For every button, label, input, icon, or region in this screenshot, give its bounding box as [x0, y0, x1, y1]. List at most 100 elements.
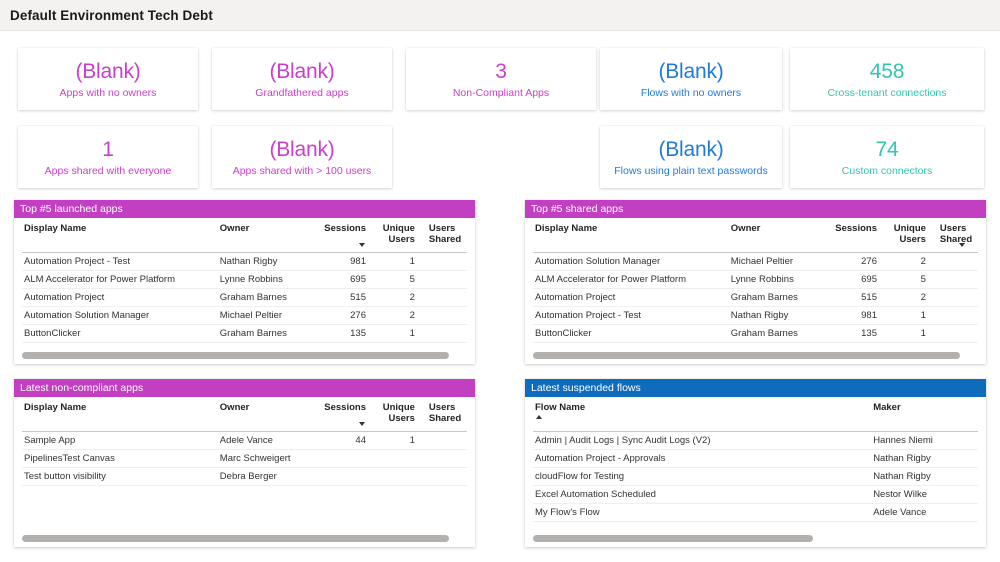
scrollbar-thumb[interactable] — [22, 352, 449, 359]
table-cell — [427, 431, 467, 449]
kpi-card[interactable]: 74Custom connectors — [790, 126, 984, 188]
column-header-label: Owner — [220, 223, 250, 234]
column-header[interactable]: Owner — [218, 397, 316, 431]
table-cell: 44 — [316, 431, 378, 449]
table-row[interactable]: Automation Solution ManagerMichael Pelti… — [22, 306, 467, 324]
table-body: Flow NameMakerAdmin | Audit Logs | Sync … — [525, 397, 986, 547]
table-cell: My Flow's Flow — [533, 503, 871, 521]
table-row[interactable]: Admin | Audit Logs | Sync Audit Logs (V2… — [533, 431, 978, 449]
table-cell: Nathan Rigby — [729, 306, 827, 324]
kpi-card[interactable]: (Blank)Flows with no owners — [600, 48, 782, 110]
table-row[interactable]: Automation ProjectGraham Barnes5152 — [533, 288, 978, 306]
table-cell: Automation Solution Manager — [533, 252, 729, 270]
kpi-value: 1 — [102, 137, 113, 162]
column-header-label: Sessions — [835, 223, 877, 234]
column-header[interactable]: Sessions — [316, 397, 378, 431]
column-header[interactable]: Display Name — [533, 218, 729, 252]
table-body: Display Name Owner SessionsUnique UsersUse… — [14, 218, 475, 364]
table-row[interactable]: ButtonClickerGraham Barnes1351 — [22, 324, 467, 342]
kpi-card[interactable]: (Blank)Grandfathered apps — [212, 48, 392, 110]
sort-descending-icon[interactable] — [959, 243, 965, 247]
table-header-bar: Top #5 shared apps — [525, 200, 986, 218]
table-cell — [938, 288, 978, 306]
sort-descending-icon[interactable] — [359, 243, 365, 247]
kpi-value: 74 — [876, 137, 899, 162]
table-row[interactable]: Test button visibilityDebra Berger — [22, 467, 467, 485]
table-cell: Lynne Robbins — [218, 270, 316, 288]
table-cell: 1 — [889, 306, 938, 324]
column-header[interactable]: Unique Users — [378, 218, 427, 252]
table-cell: Nathan Rigby — [871, 467, 978, 485]
horizontal-scrollbar[interactable] — [533, 352, 978, 359]
table-cell: 2 — [889, 252, 938, 270]
table-row[interactable]: PipelinesTest CanvasMarc Schweigert — [22, 449, 467, 467]
kpi-card[interactable]: (Blank)Flows using plain text passwords — [600, 126, 782, 188]
kpi-card[interactable]: 1Apps shared with everyone — [18, 126, 198, 188]
sort-ascending-icon[interactable] — [536, 415, 542, 419]
table-body: Display NameOwner Sessions Unique UsersUse… — [525, 218, 986, 364]
table-row[interactable]: ButtonClickerGraham Barnes1351 — [533, 324, 978, 342]
table-visual-top5-shared-apps[interactable]: Top #5 shared appsDisplay NameOwner Sessi… — [525, 200, 986, 364]
table-cell: Nathan Rigby — [871, 449, 978, 467]
scrollbar-thumb[interactable] — [22, 535, 449, 542]
table-cell: Lynne Robbins — [729, 270, 827, 288]
kpi-card[interactable]: 3Non-Compliant Apps — [406, 48, 596, 110]
table-row[interactable]: Automation Project - ApprovalsNathan Rig… — [533, 449, 978, 467]
table-header-row: Display Name Owner SessionsUnique UsersUse… — [22, 218, 467, 252]
column-header[interactable]: Display Name — [22, 218, 218, 252]
table-row[interactable]: ALM Accelerator for Power PlatformLynne … — [22, 270, 467, 288]
horizontal-scrollbar[interactable] — [22, 535, 467, 542]
kpi-card[interactable]: (Blank)Apps shared with > 100 users — [212, 126, 392, 188]
table-cell: 515 — [827, 288, 889, 306]
horizontal-scrollbar[interactable] — [533, 535, 978, 542]
table-row[interactable]: ALM Accelerator for Power PlatformLynne … — [533, 270, 978, 288]
column-header[interactable]: Flow Name — [533, 397, 871, 431]
table-row[interactable]: My Flow's FlowAdele Vance — [533, 503, 978, 521]
table-row[interactable]: Excel Automation ScheduledNestor Wilke — [533, 485, 978, 503]
table-row[interactable]: Automation Solution ManagerMichael Pelti… — [533, 252, 978, 270]
table-visual-latest-non-compliant-apps[interactable]: Latest non-compliant appsDisplay NameOwn… — [14, 379, 475, 547]
scrollbar-thumb[interactable] — [533, 352, 960, 359]
column-header[interactable]: Sessions — [316, 218, 378, 252]
table-header-bar: Latest suspended flows — [525, 379, 986, 397]
column-header-label: Users Shared — [940, 223, 972, 245]
table-cell: PipelinesTest Canvas — [22, 449, 218, 467]
table-cell: Nestor Wilke — [871, 485, 978, 503]
column-header[interactable]: Owner — [729, 218, 827, 252]
table-header-row: Display NameOwner Sessions Unique UsersUse… — [533, 218, 978, 252]
table-row[interactable]: cloudFlow for TestingNathan Rigby — [533, 467, 978, 485]
table-cell: 135 — [316, 324, 378, 342]
column-header[interactable]: Users Shared — [938, 218, 978, 252]
report-title-bar: Default Environment Tech Debt — [0, 0, 1000, 31]
table-cell: Graham Barnes — [218, 288, 316, 306]
kpi-card[interactable]: (Blank)Apps with no owners — [18, 48, 198, 110]
table-row[interactable]: Automation Project - TestNathan Rigby981… — [533, 306, 978, 324]
table-cell: Automation Project - Test — [533, 306, 729, 324]
horizontal-scrollbar[interactable] — [22, 352, 467, 359]
column-header[interactable]: Unique Users — [378, 397, 427, 431]
column-header[interactable]: Display Name — [22, 397, 218, 431]
table-row[interactable]: Sample AppAdele Vance441 — [22, 431, 467, 449]
kpi-value: (Blank) — [269, 137, 334, 162]
page-title: Default Environment Tech Debt — [10, 8, 213, 23]
column-header[interactable]: Unique Users — [889, 218, 938, 252]
data-grid: Display NameOwner Sessions Unique UsersUse… — [22, 397, 467, 486]
column-header-label: Display Name — [24, 223, 86, 234]
kpi-card[interactable]: 458Cross-tenant connections — [790, 48, 984, 110]
table-cell: Automation Project — [533, 288, 729, 306]
column-header[interactable]: Owner — [218, 218, 316, 252]
table-row[interactable]: Automation ProjectGraham Barnes5152 — [22, 288, 467, 306]
table-cell: Sample App — [22, 431, 218, 449]
sort-descending-icon[interactable] — [359, 422, 365, 426]
column-header[interactable]: Users Shared — [427, 397, 467, 431]
column-header-label: Sessions — [324, 402, 366, 413]
scrollbar-thumb[interactable] — [533, 535, 813, 542]
table-row[interactable]: Automation Project - TestNathan Rigby981… — [22, 252, 467, 270]
table-cell: 2 — [889, 288, 938, 306]
table-visual-top5-launched-apps[interactable]: Top #5 launched appsDisplay NameOwnerSes… — [14, 200, 475, 364]
column-header[interactable]: Maker — [871, 397, 978, 431]
column-header[interactable]: Sessions — [827, 218, 889, 252]
table-cell: Test button visibility — [22, 467, 218, 485]
column-header[interactable]: Users Shared — [427, 218, 467, 252]
table-visual-latest-suspended-flows[interactable]: Latest suspended flowsFlow NameMakerAdmi… — [525, 379, 986, 547]
